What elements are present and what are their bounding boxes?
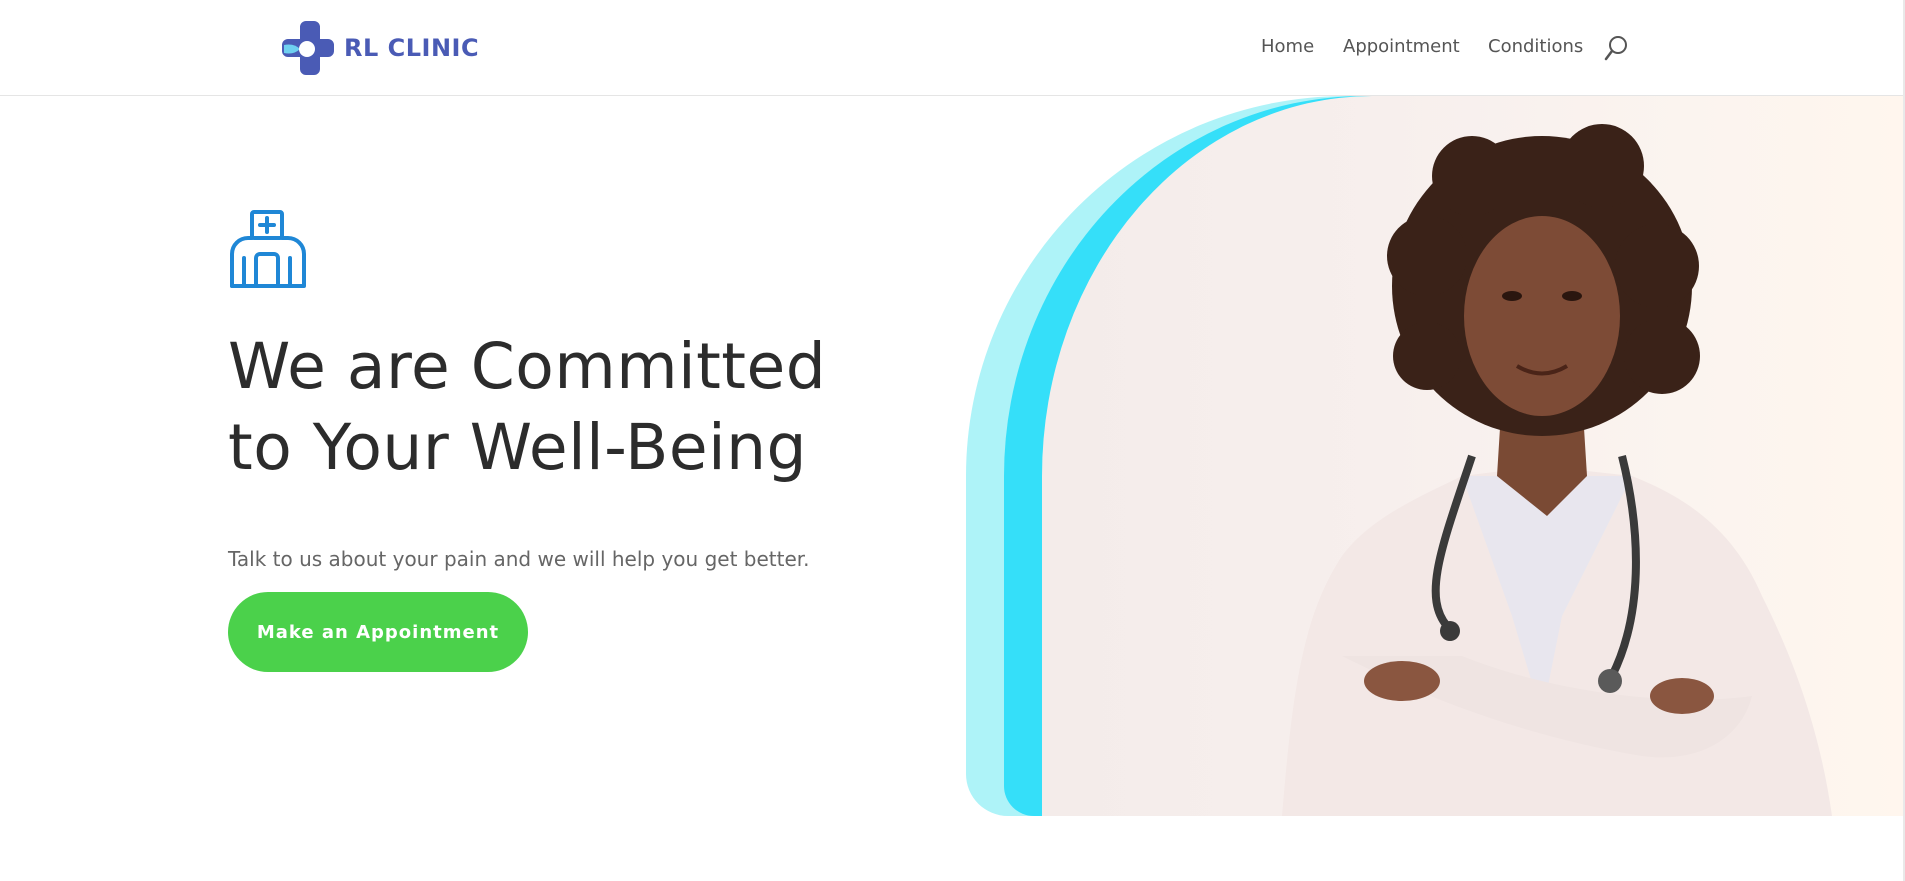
hero-title: We are Committed to Your Well-Being [228, 326, 908, 488]
hospital-icon [228, 208, 308, 290]
hero-image-area [966, 96, 1905, 816]
doctor-photo [1042, 96, 1905, 816]
make-appointment-button[interactable]: Make an Appointment [228, 592, 528, 672]
nav-home[interactable]: Home [1261, 36, 1314, 57]
logo[interactable]: RL CLINIC [278, 18, 479, 78]
nav-appointment[interactable]: Appointment [1343, 36, 1460, 57]
hero-subtitle: Talk to us about your pain and we will h… [228, 547, 810, 571]
nav-conditions[interactable]: Conditions [1488, 36, 1583, 57]
site-header: RL CLINIC Home Appointment Conditions [0, 0, 1905, 96]
hero-title-line1: We are Committed [228, 330, 827, 403]
medical-cross-icon [278, 19, 336, 77]
search-icon[interactable] [1604, 34, 1630, 62]
hero-title-line2: to Your Well-Being [228, 411, 808, 484]
brand-name: RL CLINIC [344, 34, 480, 62]
